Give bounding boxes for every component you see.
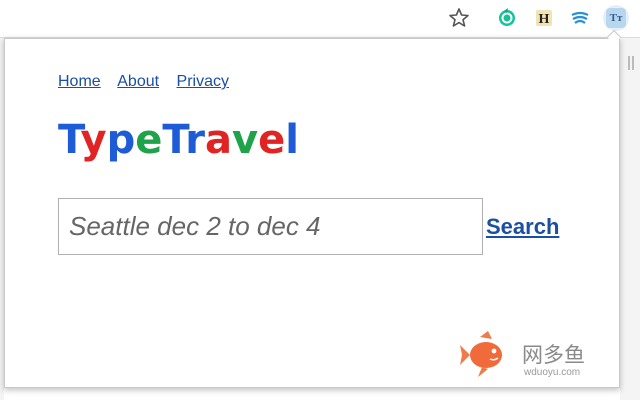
logo-letter: T [58, 117, 81, 163]
search-box [58, 198, 483, 255]
nav-link-about[interactable]: About [117, 73, 159, 90]
grammarly-extension-icon[interactable] [494, 5, 520, 31]
background-page-mark [628, 56, 634, 70]
nav-link-privacy[interactable]: Privacy [177, 73, 229, 90]
star-icon[interactable] [446, 5, 472, 31]
logo-letter: e [135, 117, 163, 163]
fish-logo-icon [460, 331, 502, 377]
search-button[interactable]: Search [486, 214, 559, 240]
logo-letter: l [285, 117, 299, 163]
streak-extension-icon[interactable] [567, 5, 593, 31]
nav-link-home[interactable]: Home [58, 73, 101, 90]
logo-letter: r [185, 117, 206, 163]
typetravel-extension-icon[interactable]: Tт [603, 5, 629, 31]
search-input[interactable] [59, 199, 482, 254]
extension-popup: Home About Privacy TypeTravel Search [4, 38, 620, 388]
watermark-url: wduoyu.com [524, 367, 581, 378]
honey-extension-icon[interactable]: H [531, 5, 557, 31]
logo-letter: a [205, 117, 233, 163]
background-page-right [620, 38, 640, 400]
logo-letter: v [232, 117, 259, 163]
typetravel-logo: TypeTravel [58, 117, 299, 163]
logo-letter: y [80, 117, 107, 163]
logo-letter: T [162, 117, 186, 163]
svg-text:H: H [539, 12, 550, 27]
watermark-text: 网多鱼 [522, 343, 585, 367]
logo-letter: e [258, 117, 286, 163]
popup-nav: Home About Privacy [58, 73, 242, 91]
typetravel-icon-label: Tт [606, 8, 626, 28]
logo-letter: p [106, 117, 136, 163]
